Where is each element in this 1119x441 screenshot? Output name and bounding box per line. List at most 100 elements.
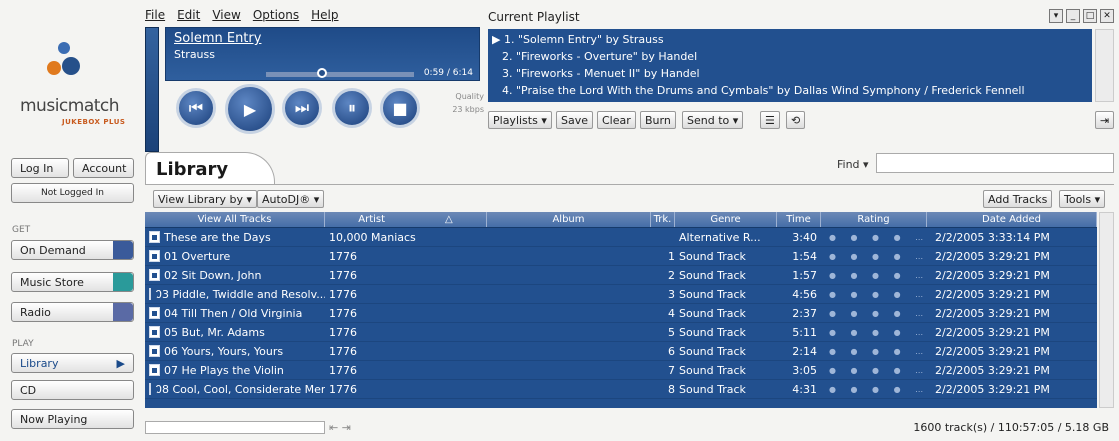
repeat-icon[interactable]: ⟲	[786, 111, 806, 129]
menu-file[interactable]: File	[145, 8, 165, 24]
playlist-item[interactable]: 2. "Fireworks - Overture" by Handel	[502, 50, 697, 63]
now-playing-nav-button[interactable]: Now Playing	[11, 409, 134, 429]
list-options-icon[interactable]: ☰	[760, 111, 780, 129]
save-button[interactable]: Save	[556, 111, 594, 129]
library-track-table[interactable]: View All Tracks Artist △ Album Trk. Genre…	[145, 212, 1097, 408]
time-cell: 3:40	[792, 230, 817, 244]
genre-cell: Alternative R...	[679, 230, 761, 244]
current-playlist-list[interactable]: ▶ 1. "Solemn Entry" by Strauss 2. "Firew…	[488, 29, 1092, 102]
track-title-cell: 02 Sit Down, John	[145, 269, 325, 282]
table-row[interactable]: 06 Yours, Yours, Yours 1776 6 Sound Track 2:…	[145, 342, 1097, 361]
volume-slider[interactable]	[145, 27, 159, 152]
horizontal-scrollbar[interactable]	[145, 420, 325, 434]
scroll-arrows-icon[interactable]: ⇤ ⇥	[329, 421, 351, 434]
view-library-by-button[interactable]: View Library by ▾	[153, 190, 258, 208]
music-file-icon	[149, 326, 160, 338]
playlist-scrollbar[interactable]	[1095, 29, 1114, 102]
tools-button[interactable]: Tools ▾	[1059, 190, 1106, 208]
pause-button[interactable]: ⏸	[332, 88, 372, 128]
playlist-item[interactable]: 3. "Fireworks - Menuet II" by Handel	[502, 67, 700, 80]
account-button[interactable]: Account	[73, 158, 134, 178]
logo-area: musicmatch JUKEBOX PLUS	[0, 10, 140, 150]
track-number-cell: 5	[668, 325, 675, 339]
table-header: View All Tracks Artist △ Album Trk. Genre…	[145, 212, 1097, 228]
on-demand-button[interactable]: On Demand	[11, 240, 134, 260]
column-header-genre[interactable]: Genre	[675, 212, 777, 227]
clear-button[interactable]: Clear	[597, 111, 636, 129]
genre-cell: Sound Track	[679, 363, 746, 377]
quality-value: 23 kbps	[452, 105, 484, 114]
column-header-artist[interactable]: Artist △	[325, 212, 487, 227]
log-in-button[interactable]: Log In	[11, 158, 69, 178]
playlists-button[interactable]: Playlists ▾	[488, 111, 552, 129]
table-scrollbar[interactable]	[1099, 212, 1114, 408]
maximize-button[interactable]: □	[1083, 9, 1097, 23]
current-playlist-title: Current Playlist	[488, 10, 580, 24]
date-added-cell: 2/2/2005 3:29:21 PM	[935, 306, 1050, 320]
menu-edit[interactable]: Edit	[177, 8, 200, 24]
table-row[interactable]: 04 Till Then / Old Virginia 1776 4 Sound Tr…	[145, 304, 1097, 323]
column-header-title[interactable]: View All Tracks	[145, 212, 325, 227]
table-row[interactable]: 03 Piddle, Twiddle and Resolv... 1776 3 Sou…	[145, 285, 1097, 304]
music-store-button[interactable]: Music Store	[11, 272, 134, 292]
library-tab[interactable]: Library	[145, 152, 275, 184]
table-row[interactable]: 01 Overture 1776 1 Sound Track 1:54 ● ● ● ● ●…	[145, 247, 1097, 266]
column-header-rating[interactable]: Rating	[821, 212, 927, 227]
rating-cell[interactable]: ● ● ● ● ●	[821, 252, 927, 261]
track-number-cell: 6	[668, 344, 675, 358]
library-nav-button[interactable]: Library ▶	[11, 353, 134, 373]
menu-bar: File Edit View Options Help	[145, 8, 339, 24]
menu-help[interactable]: Help	[311, 8, 338, 24]
table-row[interactable]: 08 Cool, Cool, Considerate Men 1776 8 Sound…	[145, 380, 1097, 399]
rating-cell[interactable]: ● ● ● ● ●	[821, 366, 927, 375]
music-file-icon	[149, 288, 157, 300]
play-button[interactable]: ▶	[225, 84, 275, 134]
playlist-item[interactable]: 4. "Praise the Lord With the Drums and C…	[502, 84, 1025, 97]
table-row[interactable]: 02 Sit Down, John 1776 2 Sound Track 1:57 ● ●…	[145, 266, 1097, 285]
rating-cell[interactable]: ● ● ● ● ●	[821, 347, 927, 356]
rating-cell[interactable]: ● ● ● ● ●	[821, 271, 927, 280]
date-added-cell: 2/2/2005 3:33:14 PM	[935, 230, 1050, 244]
minimize-button[interactable]: _	[1066, 9, 1080, 23]
date-added-cell: 2/2/2005 3:29:21 PM	[935, 325, 1050, 339]
get-section-label: GET	[12, 225, 31, 235]
autodj-button[interactable]: AutoDJ® ▾	[257, 190, 325, 208]
expand-icon[interactable]: ⇥	[1095, 111, 1115, 129]
seek-bar[interactable]	[266, 68, 414, 78]
find-label[interactable]: Find ▾	[837, 158, 869, 171]
logo-subtitle: JUKEBOX PLUS	[62, 118, 126, 126]
genre-cell: Sound Track	[679, 344, 746, 358]
music-file-icon	[149, 345, 160, 357]
track-time: 0:59 / 6:14	[423, 68, 473, 78]
dropdown-button[interactable]: ▾	[1049, 9, 1063, 23]
table-row[interactable]: 05 But, Mr. Adams 1776 5 Sound Track 5:11 ● ●…	[145, 323, 1097, 342]
stop-button[interactable]: ■	[380, 88, 420, 128]
rating-cell[interactable]: ● ● ● ● ●	[821, 233, 927, 242]
previous-button[interactable]: ⏮	[176, 88, 216, 128]
next-button[interactable]: ⏭	[282, 88, 322, 128]
menu-view[interactable]: View	[212, 8, 240, 24]
menu-options[interactable]: Options	[253, 8, 299, 24]
rating-cell[interactable]: ● ● ● ● ●	[821, 290, 927, 299]
column-header-time[interactable]: Time	[777, 212, 821, 227]
cd-nav-button[interactable]: CD	[11, 380, 134, 400]
column-header-track[interactable]: Trk.	[651, 212, 675, 227]
rating-cell[interactable]: ● ● ● ● ●	[821, 385, 927, 394]
column-header-album[interactable]: Album	[487, 212, 651, 227]
seek-knob[interactable]	[317, 68, 328, 78]
time-cell: 2:14	[792, 344, 817, 358]
rating-cell[interactable]: ● ● ● ● ●	[821, 328, 927, 337]
music-file-icon	[149, 307, 160, 319]
find-input[interactable]	[876, 153, 1114, 173]
column-header-date[interactable]: Date Added	[927, 212, 1097, 227]
radio-button[interactable]: Radio	[11, 302, 134, 322]
add-tracks-button[interactable]: Add Tracks	[983, 190, 1053, 208]
rating-cell[interactable]: ● ● ● ● ●	[821, 309, 927, 318]
close-button[interactable]: ✕	[1100, 9, 1114, 23]
send-to-button[interactable]: Send to ▾	[682, 111, 744, 129]
window-controls: ▾ _ □ ✕	[1049, 9, 1114, 23]
table-row[interactable]: 07 He Plays the Violin 1776 7 Sound Track 3:…	[145, 361, 1097, 380]
burn-button[interactable]: Burn	[640, 111, 676, 129]
table-row[interactable]: These are the Days 10,000 Maniacs Alternat…	[145, 228, 1097, 247]
playlist-item[interactable]: ▶ 1. "Solemn Entry" by Strauss	[492, 33, 664, 46]
